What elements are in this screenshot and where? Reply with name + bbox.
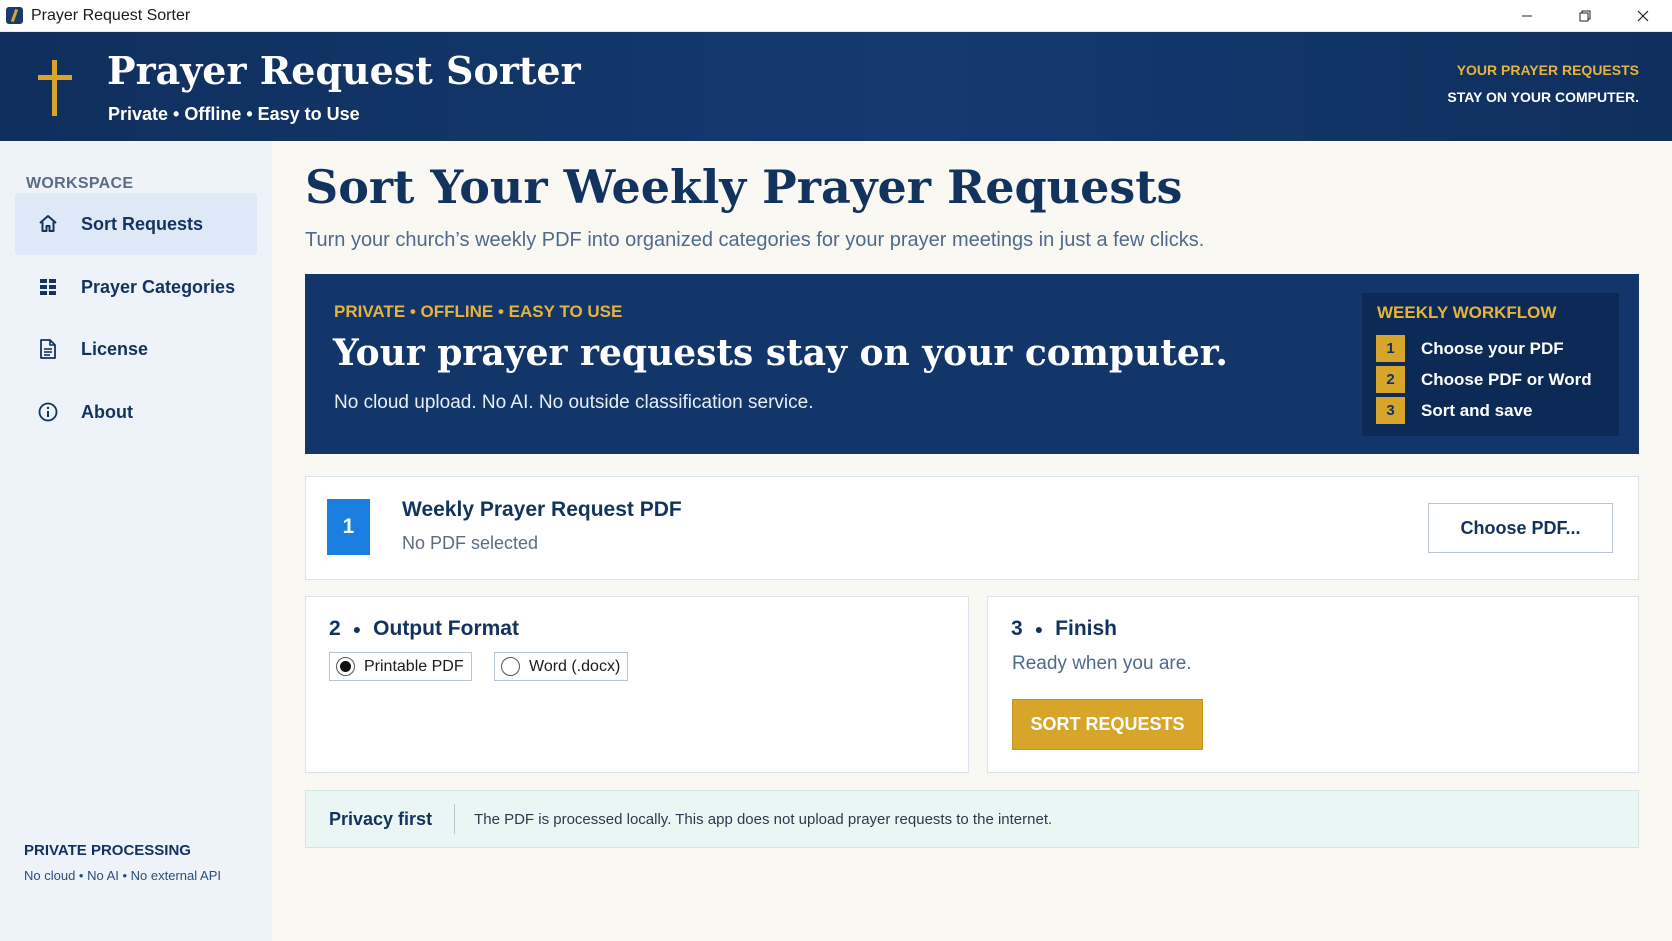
window-titlebar: Prayer Request Sorter — [0, 0, 1672, 32]
app-title: Prayer Request Sorter — [107, 48, 581, 93]
sidebar-item-label: License — [81, 338, 149, 359]
sidebar-item-label: Prayer Categories — [81, 276, 236, 297]
finish-status: Ready when you are. — [1012, 653, 1192, 674]
sidebar-item-sort-requests[interactable]: Sort Requests — [15, 193, 257, 255]
finish-card: 3 ● Finish Ready when you are. SORT REQU… — [987, 596, 1639, 773]
sidebar-section-label: WORKSPACE — [26, 175, 134, 192]
radio-label: Word (.docx) — [529, 657, 621, 675]
app-tagline: Private • Offline • Easy to Use — [108, 104, 360, 124]
sidebar: WORKSPACE Sort Requests Prayer Categorie… — [0, 141, 272, 941]
divider — [454, 804, 456, 834]
pdf-status: No PDF selected — [402, 533, 539, 553]
workflow-step-text: Choose your PDF — [1421, 338, 1564, 358]
banner-headline: Your prayer requests stay on your comput… — [333, 332, 1228, 374]
window-controls — [1498, 0, 1672, 32]
workflow-step-number: 1 — [1376, 335, 1405, 362]
choose-pdf-button[interactable]: Choose PDF... — [1428, 503, 1613, 553]
sidebar-item-license[interactable]: License — [15, 318, 257, 380]
sidebar-item-label: Sort Requests — [81, 213, 204, 234]
sidebar-item-label: About — [81, 401, 133, 422]
output-format-card: 2 ● Output Format Printable PDF Word (.d… — [305, 596, 969, 773]
workflow-step: 1 Choose your PDF — [1376, 335, 1564, 362]
workflow-title: WEEKLY WORKFLOW — [1377, 303, 1557, 322]
radio-unselected-icon — [501, 657, 520, 676]
step-title: Output Format — [373, 617, 519, 640]
close-icon — [1637, 10, 1649, 22]
home-icon — [37, 213, 59, 235]
bullet-separator: ● — [352, 621, 362, 637]
radio-selected-icon — [336, 657, 355, 676]
header-notice-line1: YOUR PRAYER REQUESTS — [1456, 62, 1639, 78]
radio-label: Printable PDF — [364, 657, 464, 675]
workflow-step-number: 2 — [1376, 366, 1405, 393]
radio-word-docx[interactable]: Word (.docx) — [494, 652, 629, 681]
banner-description: No cloud upload. No AI. No outside class… — [334, 392, 814, 413]
pdf-card-title: Weekly Prayer Request PDF — [402, 498, 682, 521]
sidebar-footer-title: PRIVATE PROCESSING — [24, 842, 191, 859]
workflow-step-text: Sort and save — [1421, 400, 1533, 420]
privacy-note: Privacy first The PDF is processed local… — [305, 790, 1639, 848]
sidebar-footer-text: No cloud • No AI • No external API — [24, 868, 221, 883]
privacy-title: Privacy first — [329, 808, 433, 829]
pdf-select-card: 1 Weekly Prayer Request PDF No PDF selec… — [305, 476, 1639, 580]
banner-kicker: PRIVATE • OFFLINE • EASY TO USE — [334, 302, 623, 321]
step-number: 3 — [1011, 617, 1023, 640]
weekly-workflow-panel: WEEKLY WORKFLOW 1 Choose your PDF 2 Choo… — [1362, 293, 1619, 436]
app-header: Prayer Request Sorter Private • Offline … — [0, 32, 1672, 141]
workflow-step-text: Choose PDF or Word — [1421, 369, 1592, 389]
bullet-separator: ● — [1034, 621, 1044, 637]
step-number: 2 — [329, 617, 341, 640]
minimize-button[interactable] — [1498, 0, 1556, 32]
grid-icon — [37, 276, 59, 298]
close-button[interactable] — [1614, 0, 1672, 32]
privacy-banner: PRIVATE • OFFLINE • EASY TO USE Your pra… — [305, 274, 1639, 454]
privacy-text: The PDF is processed locally. This app d… — [474, 810, 1053, 828]
document-icon — [37, 338, 59, 360]
minimize-icon — [1522, 15, 1532, 17]
sort-requests-button[interactable]: SORT REQUESTS — [1012, 699, 1203, 750]
page-subtitle: Turn your church’s weekly PDF into organ… — [305, 229, 1205, 251]
app-icon — [6, 7, 23, 24]
header-notice-line2: STAY ON YOUR COMPUTER. — [1447, 89, 1639, 105]
restore-icon — [1579, 10, 1591, 22]
cross-icon — [38, 60, 72, 116]
finish-heading: 3 ● Finish — [1011, 617, 1117, 641]
output-format-heading: 2 ● Output Format — [329, 617, 519, 641]
radio-printable-pdf[interactable]: Printable PDF — [329, 652, 472, 681]
restore-button[interactable] — [1556, 0, 1614, 32]
sidebar-item-prayer-categories[interactable]: Prayer Categories — [15, 256, 257, 318]
page-title: Sort Your Weekly Prayer Requests — [305, 160, 1183, 214]
workflow-step: 3 Sort and save — [1376, 397, 1533, 424]
workflow-step: 2 Choose PDF or Word — [1376, 366, 1592, 393]
sidebar-item-about[interactable]: About — [15, 381, 257, 443]
workflow-step-number: 3 — [1376, 397, 1405, 424]
window-title: Prayer Request Sorter — [31, 6, 191, 24]
step-number-badge: 1 — [327, 499, 370, 555]
step-title: Finish — [1055, 617, 1117, 640]
info-icon — [37, 401, 59, 423]
